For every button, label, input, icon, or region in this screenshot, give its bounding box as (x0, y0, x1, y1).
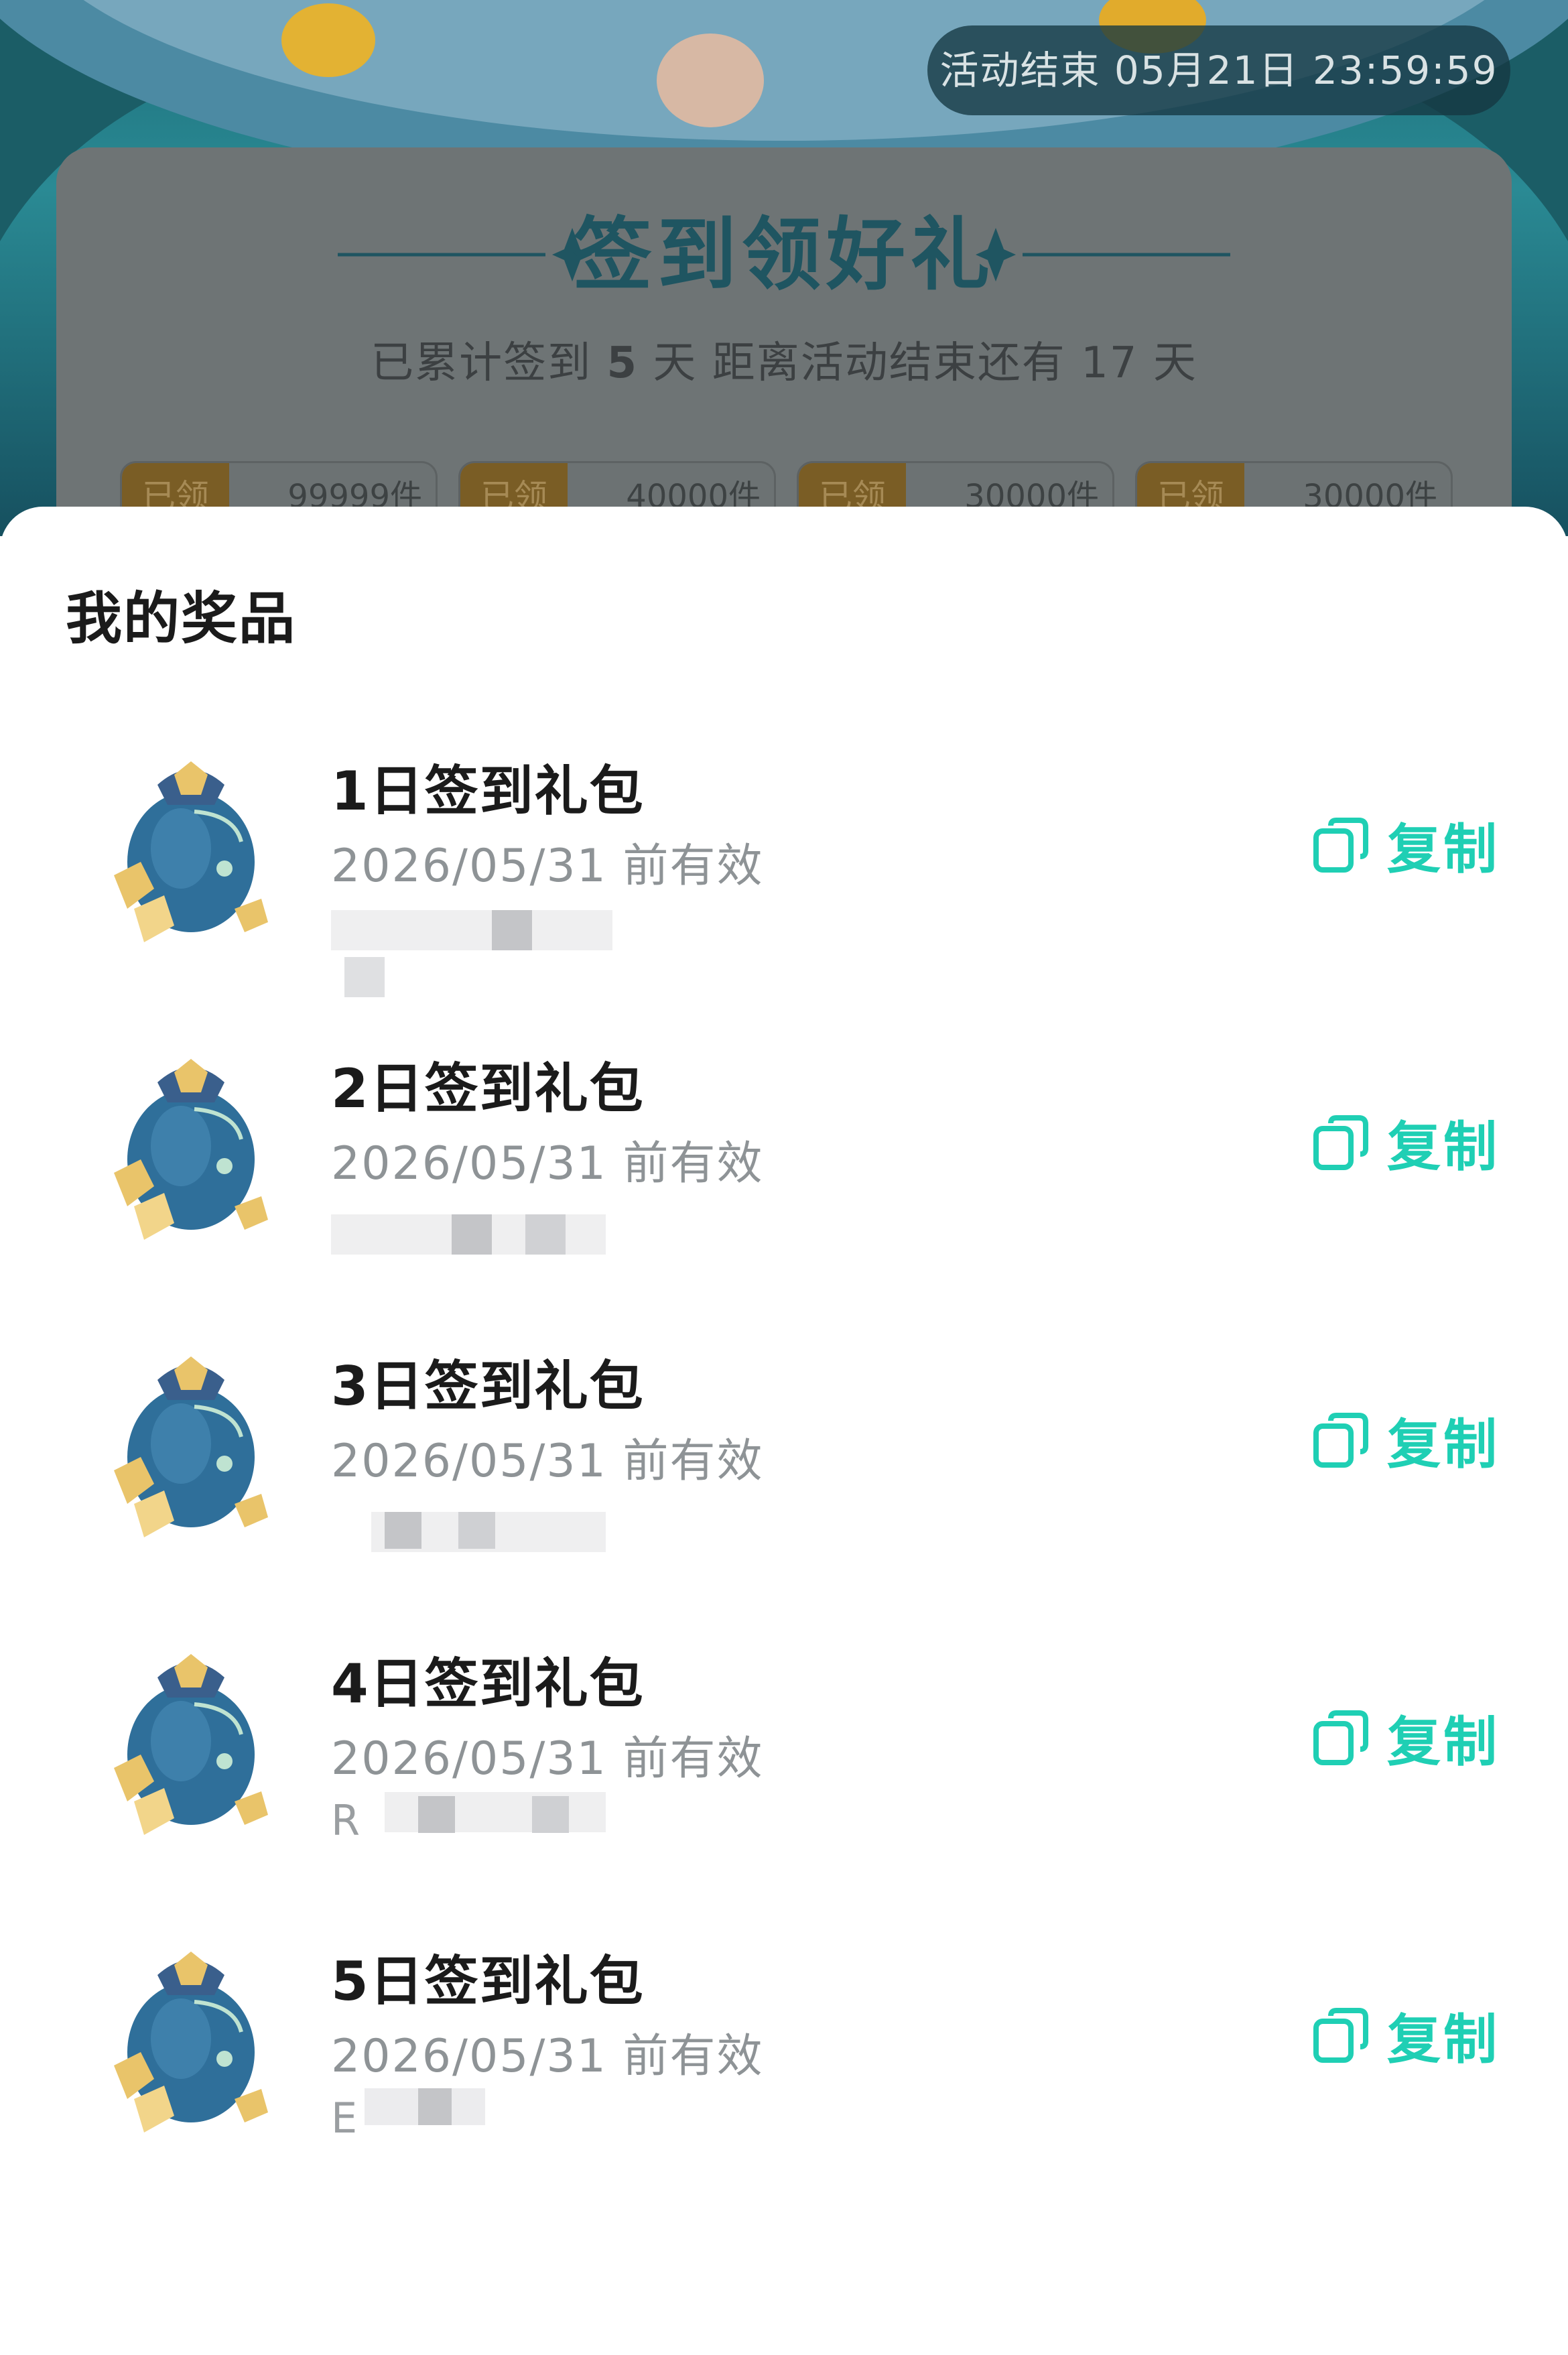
checkin-sub-suffix: 天 (1153, 338, 1197, 388)
event-background: 活动结束 05月21日 23:59:59 签到领好礼 已累计签到 5 天 距离活… (0, 0, 1568, 536)
prize-name: 2日签到礼包 (331, 1058, 645, 1120)
copy-label: 复制 (1387, 1413, 1500, 1476)
prize-expiry: 2026/05/31 前有效 (331, 840, 764, 893)
copy-button[interactable]: 复制 (1312, 1403, 1500, 1477)
prize-expiry: 2026/05/31 前有效 (331, 1435, 764, 1488)
redacted-code-block (525, 1214, 566, 1255)
checkin-title-row: 签到领好礼 (56, 208, 1512, 302)
copy-icon (1313, 2008, 1368, 2063)
signed-days: 5 (606, 338, 639, 388)
prize-code: E (331, 2088, 485, 2143)
copy-icon (1313, 818, 1368, 873)
prize-row: 2日签到礼包 2026/05/31 前有效 复制 (0, 1005, 1568, 1303)
prize-name: 3日签到礼包 (331, 1355, 645, 1417)
prize-row: 5日签到礼包 2026/05/31 前有效 E 复制 (0, 1898, 1568, 2195)
copy-button[interactable]: 复制 (1312, 1998, 1500, 2072)
copy-icon (1313, 1115, 1368, 1170)
gift-bag-icon (114, 1059, 268, 1240)
prize-name: 1日签到礼包 (331, 760, 645, 822)
redacted-code-block (344, 957, 385, 997)
prize-expiry: 2026/05/31 前有效 (331, 1137, 764, 1190)
checkin-sub-prefix: 已累计签到 (371, 338, 592, 388)
prize-row: 4日签到礼包 2026/05/31 前有效 R 复制 (0, 1600, 1568, 1898)
gift-bag-icon (114, 1356, 268, 1537)
prize-code-visible: E (331, 2094, 358, 2143)
prize-code: R (331, 1792, 606, 1845)
checkin-title: 签到领好礼 (572, 208, 995, 301)
remaining-days: 17 (1081, 338, 1138, 388)
title-right-ornament-icon (976, 228, 1230, 281)
gift-bag-icon (114, 1654, 268, 1835)
copy-icon (1313, 1710, 1368, 1765)
copy-label: 复制 (1387, 2009, 1500, 2071)
checkin-card: 签到领好礼 已累计签到 5 天 距离活动结束还有 17 天 已领 99999件 … (56, 147, 1512, 536)
redacted-code-block (452, 1214, 492, 1255)
prize-row: 3日签到礼包 2026/05/31 前有效 复制 (0, 1303, 1568, 1600)
checkin-sub-mid: 天 距离活动结束还有 (653, 338, 1066, 388)
redacted-code-block (418, 2088, 452, 2125)
redacted-code-block (532, 1796, 569, 1833)
prize-expiry: 2026/05/31 前有效 (331, 2030, 764, 2083)
redacted-code-block (331, 910, 612, 950)
copy-button[interactable]: 复制 (1312, 1701, 1500, 1775)
copy-label: 复制 (1387, 1116, 1500, 1178)
prize-name: 4日签到礼包 (331, 1653, 645, 1715)
copy-label: 复制 (1387, 818, 1500, 881)
redacted-code-block (385, 1512, 421, 1549)
gift-bag-icon (114, 1952, 268, 2133)
prize-code-visible: R (331, 1796, 361, 1845)
countdown-pill: 活动结束 05月21日 23:59:59 (927, 25, 1510, 115)
copy-icon (1313, 1413, 1368, 1468)
prize-row: 1日签到礼包 2026/05/31 前有效 复制 (0, 708, 1568, 1005)
my-prizes-sheet: 我的奖品 1日签到礼包 2026/05/31 前有效 复制 2日签到礼包 202… (0, 507, 1568, 2355)
copy-button[interactable]: 复制 (1312, 808, 1500, 882)
gift-bag-icon (114, 761, 268, 942)
copy-button[interactable]: 复制 (1312, 1106, 1500, 1180)
redacted-code-block (458, 1512, 495, 1549)
checkin-progress-text: 已累计签到 5 天 距离活动结束还有 17 天 (56, 328, 1512, 390)
redacted-code-block (492, 910, 532, 950)
prize-expiry: 2026/05/31 前有效 (331, 1732, 764, 1785)
sheet-title: 我的奖品 (66, 586, 297, 651)
redacted-code-block (418, 1796, 455, 1833)
prize-name: 5日签到礼包 (331, 1950, 645, 2013)
copy-label: 复制 (1387, 1711, 1500, 1773)
